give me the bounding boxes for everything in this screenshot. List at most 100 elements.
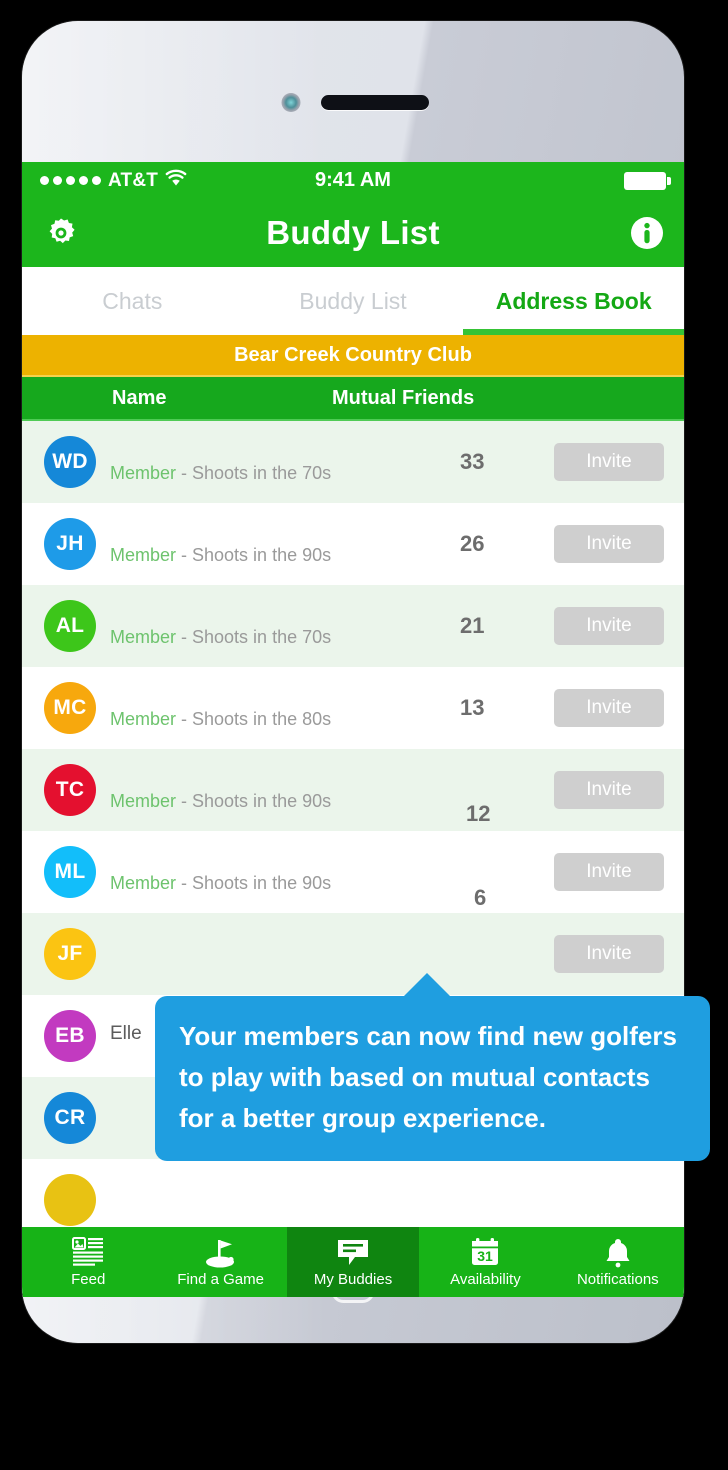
table-row[interactable]: TC Member - Shoots in the 90s 12 Invite — [22, 749, 684, 831]
row-text: Member - Shoots in the 70s — [110, 585, 440, 667]
settings-button[interactable] — [42, 214, 80, 252]
tabbar-label: Feed — [71, 1270, 106, 1288]
tabbar-label: Find a Game — [177, 1270, 264, 1288]
status-bar-time: 9:41 AM — [315, 169, 391, 191]
avatar-initials: TC — [55, 778, 85, 801]
separator: - — [176, 873, 193, 893]
tab-chats[interactable]: Chats — [22, 267, 243, 335]
tabbar-item-my-buddies[interactable]: My Buddies — [286, 1227, 420, 1297]
avatar — [44, 1174, 96, 1226]
feed-article-icon — [71, 1236, 105, 1269]
contact-name: Elle — [110, 1023, 142, 1044]
gear-icon — [49, 218, 75, 244]
avatar-initials: MC — [53, 696, 87, 719]
mutual-friends-count: 26 — [460, 531, 485, 556]
invite-button[interactable]: Invite — [554, 935, 664, 973]
golf-flag-icon — [201, 1237, 241, 1269]
tabbar-label: My Buddies — [313, 1270, 393, 1288]
table-row[interactable]: ML Member - Shoots in the 90s 6 Invite — [22, 831, 684, 913]
invite-button[interactable]: Invite — [554, 771, 664, 809]
contact-subtitle: Member - Shoots in the 70s — [110, 627, 440, 647]
contact-subtitle: Member - Shoots in the 90s — [110, 791, 440, 811]
tabbar-label: Availability — [450, 1270, 521, 1288]
tab-label: Address Book — [495, 287, 652, 314]
avatar: JH — [44, 518, 96, 570]
handicap-label: Shoots in the 90s — [192, 873, 332, 893]
table-row[interactable]: AL Member - Shoots in the 70s 21 Invite — [22, 585, 684, 667]
section-tabs: Chats Buddy List Address Book — [22, 267, 684, 335]
member-label: Member — [110, 627, 177, 647]
handicap-label: Shoots in the 90s — [192, 791, 332, 811]
table-row[interactable]: WD Member - Shoots in the 70s 33 Invite — [22, 421, 684, 503]
tabbar-item-feed[interactable]: Feed — [22, 1227, 154, 1297]
column-header-mutual-friends: Mutual Friends — [332, 386, 475, 409]
row-text: Member - Shoots in the 90s — [110, 831, 440, 913]
table-row[interactable]: JH Member - Shoots in the 90s 26 Invite — [22, 503, 684, 585]
tabbar-item-find-a-game[interactable]: Find a Game — [154, 1227, 286, 1297]
member-label: Member — [110, 545, 177, 565]
avatar: WD — [44, 436, 96, 488]
wifi-icon — [165, 169, 187, 193]
row-text: Member - Shoots in the 80s — [110, 667, 440, 749]
tab-buddy-list[interactable]: Buddy List — [243, 267, 464, 335]
table-row[interactable]: JF Invite — [22, 913, 684, 995]
mutual-friends-count: 6 — [474, 885, 487, 910]
separator: - — [176, 627, 193, 647]
row-text: Member - Shoots in the 70s — [110, 421, 440, 503]
mutual-friends-count: 12 — [466, 801, 491, 826]
avatar-initials: JH — [56, 532, 84, 555]
screenshot-stage: AT&T 9:41 AM Buddy List Chats Buddy List… — [0, 0, 728, 1470]
tooltip-text: Your members can now find new golfers to… — [179, 1021, 677, 1133]
row-text: Member - Shoots in the 90s — [110, 503, 440, 585]
avatar: EB — [44, 1010, 96, 1062]
tabbar-item-availability[interactable]: 31 Availability — [419, 1227, 551, 1297]
separator: - — [176, 463, 193, 483]
tab-label: Chats — [102, 287, 163, 314]
bell-icon — [602, 1237, 634, 1269]
separator: - — [176, 791, 193, 811]
tabbar-label: Notifications — [576, 1270, 659, 1288]
front-camera-icon — [281, 93, 301, 112]
status-bar-right — [624, 171, 671, 190]
info-icon — [631, 217, 663, 249]
column-header-name: Name — [112, 386, 167, 409]
avatar: CR — [44, 1092, 96, 1144]
carrier-label: AT&T — [108, 169, 159, 191]
tab-label: Buddy List — [299, 287, 407, 314]
avatar-initials: JF — [57, 942, 83, 965]
navigation-bar: Buddy List — [22, 199, 684, 267]
page-title: Buddy List — [266, 214, 440, 251]
feature-tooltip[interactable]: Your members can now find new golfers to… — [155, 973, 710, 1161]
earpiece-speaker — [321, 95, 429, 110]
status-bar: AT&T 9:41 AM — [22, 162, 684, 199]
tabbar-item-notifications[interactable]: Notifications — [552, 1227, 684, 1297]
invite-button[interactable]: Invite — [554, 853, 664, 891]
tab-address-book[interactable]: Address Book — [463, 267, 684, 335]
contact-subtitle: Member - Shoots in the 70s — [110, 463, 440, 483]
tooltip-arrow — [403, 973, 451, 997]
member-label: Member — [110, 873, 177, 893]
separator: - — [176, 709, 193, 729]
member-label: Member — [110, 463, 177, 483]
contact-subtitle: Member - Shoots in the 80s — [110, 709, 440, 729]
calendar-31-icon: 31 — [469, 1237, 501, 1269]
list-column-header: Name Mutual Friends — [22, 377, 684, 421]
contact-subtitle: Member - Shoots in the 90s — [110, 545, 440, 565]
battery-full-icon — [624, 171, 671, 190]
contact-subtitle: Member - Shoots in the 90s — [110, 873, 440, 893]
handicap-label: Shoots in the 70s — [192, 463, 332, 483]
invite-button[interactable]: Invite — [554, 689, 664, 727]
status-bar-left: AT&T — [40, 169, 187, 193]
avatar: MC — [44, 682, 96, 734]
invite-button[interactable]: Invite — [554, 443, 664, 481]
avatar-initials: EB — [55, 1024, 85, 1047]
invite-button[interactable]: Invite — [554, 525, 664, 563]
avatar: AL — [44, 600, 96, 652]
mutual-friends-count: 21 — [460, 613, 485, 638]
separator: - — [176, 545, 193, 565]
invite-button[interactable]: Invite — [554, 607, 664, 645]
mutual-friends-count: 33 — [460, 449, 485, 474]
info-button[interactable] — [630, 216, 664, 250]
table-row[interactable]: MC Member - Shoots in the 80s 13 Invite — [22, 667, 684, 749]
row-text: Member - Shoots in the 90s — [110, 749, 440, 831]
